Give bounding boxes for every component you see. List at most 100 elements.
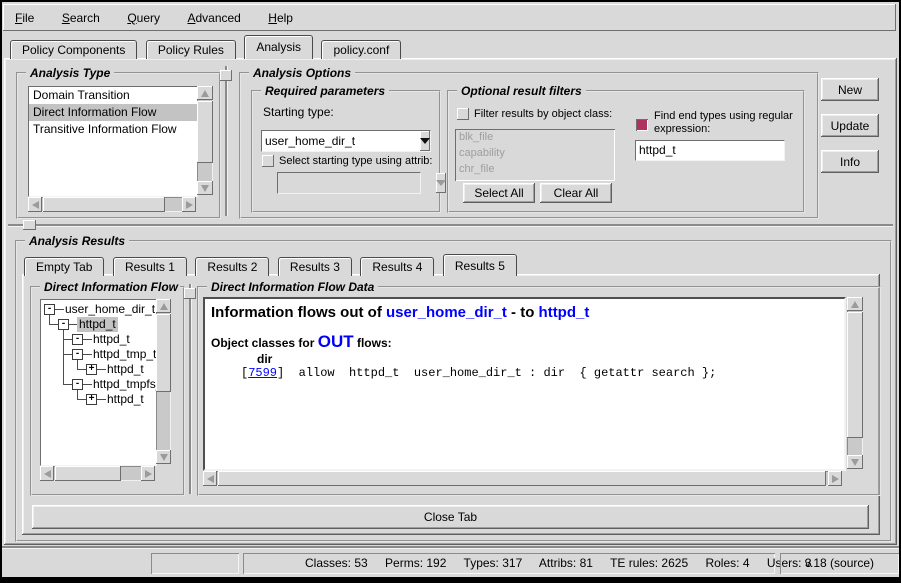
- tree-toggle-icon[interactable]: +: [86, 364, 97, 375]
- info-button[interactable]: Info: [821, 150, 879, 173]
- status-stats-cell: Classes: 53 Perms: 192 Types: 317 Attrib…: [243, 553, 775, 574]
- list-item[interactable]: Transitive Information Flow: [29, 121, 197, 138]
- scroll-left-icon[interactable]: [28, 197, 42, 212]
- tree-node[interactable]: httpd_tmpfs_t: [91, 377, 157, 392]
- tree-connector: [77, 360, 78, 369]
- scroll-down-icon[interactable]: [156, 450, 171, 464]
- analysis-type-vscrollbar[interactable]: [197, 86, 213, 195]
- tab-analysis[interactable]: Analysis: [244, 35, 313, 59]
- clear-all-button[interactable]: Clear All: [540, 183, 612, 203]
- filter-by-class-checkbox[interactable]: [457, 108, 469, 120]
- pane-sash-vertical[interactable]: [225, 66, 227, 216]
- analysis-options-group: Analysis Options Required parameters Sta…: [239, 72, 819, 219]
- tree-toggle-icon[interactable]: -: [72, 379, 83, 390]
- tab-policy-rules[interactable]: Policy Rules: [146, 40, 236, 59]
- flow-end-type: httpd_t: [539, 304, 590, 321]
- tree-toggle-icon[interactable]: -: [72, 349, 83, 360]
- scrollbar-thumb[interactable]: [55, 466, 121, 481]
- tab-results-5[interactable]: Results 5: [443, 254, 517, 276]
- pane-sash-horizontal[interactable]: [8, 224, 893, 226]
- starting-type-combobox[interactable]: [261, 130, 431, 152]
- scroll-right-icon[interactable]: [182, 197, 196, 212]
- menu-help[interactable]: Help: [266, 5, 295, 32]
- menu-advanced[interactable]: Advanced: [185, 5, 242, 32]
- sash-handle[interactable]: [220, 70, 232, 81]
- scroll-up-icon[interactable]: [847, 297, 863, 311]
- scroll-up-icon[interactable]: [156, 299, 171, 313]
- scroll-left-icon[interactable]: [40, 466, 54, 481]
- tree-node[interactable]: httpd_t: [91, 332, 132, 347]
- regex-input[interactable]: [636, 142, 779, 159]
- sash-handle[interactable]: [23, 220, 36, 230]
- starting-type-entry[interactable]: [262, 131, 420, 151]
- attrib-checkbox[interactable]: [262, 155, 274, 167]
- scrollbar-thumb[interactable]: [197, 101, 213, 163]
- tab-policy-components[interactable]: Policy Components: [10, 40, 137, 59]
- tree-node[interactable]: httpd_t: [105, 392, 146, 407]
- select-all-button[interactable]: Select All: [463, 183, 535, 203]
- tree-vscrollbar[interactable]: [156, 299, 171, 464]
- stat-types: Types: 317: [464, 556, 523, 570]
- tree-connector: [77, 399, 86, 400]
- object-class-listbox[interactable]: blk_file capability chr_file: [455, 129, 615, 181]
- regex-checkbox[interactable]: [636, 119, 648, 131]
- tree-toggle-icon[interactable]: -: [58, 319, 69, 330]
- stat-roles: Roles: 4: [705, 556, 749, 570]
- sash-handle[interactable]: [184, 288, 196, 299]
- scroll-right-icon[interactable]: [141, 466, 155, 481]
- combo-dropdown-icon[interactable]: [420, 131, 430, 151]
- flow-data-textarea[interactable]: Information flows out of user_home_dir_t…: [203, 297, 846, 471]
- tree-node-selected[interactable]: httpd_t: [77, 317, 118, 332]
- scrollbar-thumb[interactable]: [847, 312, 863, 438]
- list-item[interactable]: Domain Transition: [29, 87, 197, 104]
- new-button[interactable]: New: [821, 78, 879, 101]
- tab-results-2[interactable]: Results 2: [195, 257, 269, 276]
- menu-query[interactable]: Query: [125, 5, 162, 32]
- scroll-down-icon[interactable]: [197, 181, 213, 195]
- tab-empty-tab[interactable]: Empty Tab: [24, 257, 104, 276]
- tab-policy-conf[interactable]: policy.conf: [321, 40, 401, 59]
- tree-node[interactable]: httpd_tmp_t: [91, 347, 157, 362]
- rule-id-link[interactable]: 7599: [248, 366, 277, 380]
- tree-connector: [49, 324, 58, 325]
- tab-results-1[interactable]: Results 1: [113, 257, 187, 276]
- tree-node[interactable]: httpd_t: [105, 362, 146, 377]
- object-class-label: dir: [257, 352, 272, 366]
- tree-connector: [77, 390, 78, 399]
- tree-toggle-icon[interactable]: -: [44, 304, 55, 315]
- optional-filters-legend: Optional result filters: [457, 84, 586, 98]
- analysis-type-hscrollbar[interactable]: [28, 197, 196, 212]
- tab-results-4[interactable]: Results 4: [360, 257, 434, 276]
- data-vscrollbar[interactable]: [847, 297, 863, 469]
- attrib-combobox-disabled[interactable]: [277, 172, 421, 194]
- update-button[interactable]: Update: [821, 114, 879, 137]
- combo-dropdown-icon: [436, 173, 446, 193]
- results-sash-vertical[interactable]: [189, 284, 191, 494]
- data-hscrollbar[interactable]: [203, 471, 842, 486]
- regex-input-wrap: [635, 140, 785, 161]
- filter-checkbox-label: Filter results by object class:: [474, 108, 612, 120]
- scrollbar-thumb[interactable]: [156, 314, 171, 392]
- tree-connector: [77, 369, 86, 370]
- main-tab-bar: Policy Components Policy Rules Analysis …: [10, 35, 405, 59]
- tree-hscrollbar[interactable]: [40, 466, 155, 481]
- tree-node[interactable]: user_home_dir_t: [63, 302, 157, 317]
- scroll-down-icon[interactable]: [847, 455, 863, 469]
- tree-toggle-icon[interactable]: +: [86, 394, 97, 405]
- apol-window: File Search Query Advanced Help Policy C…: [0, 0, 901, 583]
- flow-start-type: user_home_dir_t: [386, 304, 507, 321]
- menu-file[interactable]: File: [13, 5, 36, 32]
- menu-search[interactable]: Search: [60, 5, 102, 32]
- list-item-selected[interactable]: Direct Information Flow: [29, 104, 197, 121]
- results-tab-bar: Empty Tab Results 1 Results 2 Results 3 …: [24, 253, 521, 275]
- scrollbar-thumb[interactable]: [218, 471, 826, 486]
- scroll-up-icon[interactable]: [197, 86, 213, 100]
- scroll-left-icon[interactable]: [203, 471, 217, 486]
- tab-results-3[interactable]: Results 3: [278, 257, 352, 276]
- tree-toggle-icon[interactable]: -: [72, 334, 83, 345]
- close-tab-button[interactable]: Close Tab: [32, 505, 869, 529]
- scrollbar-thumb[interactable]: [43, 197, 165, 212]
- scroll-right-icon[interactable]: [828, 471, 842, 486]
- analysis-type-listbox[interactable]: Domain Transition Direct Information Flo…: [28, 86, 198, 197]
- flow-tree[interactable]: - user_home_dir_t - httpd_t - httpd_t - …: [40, 299, 157, 466]
